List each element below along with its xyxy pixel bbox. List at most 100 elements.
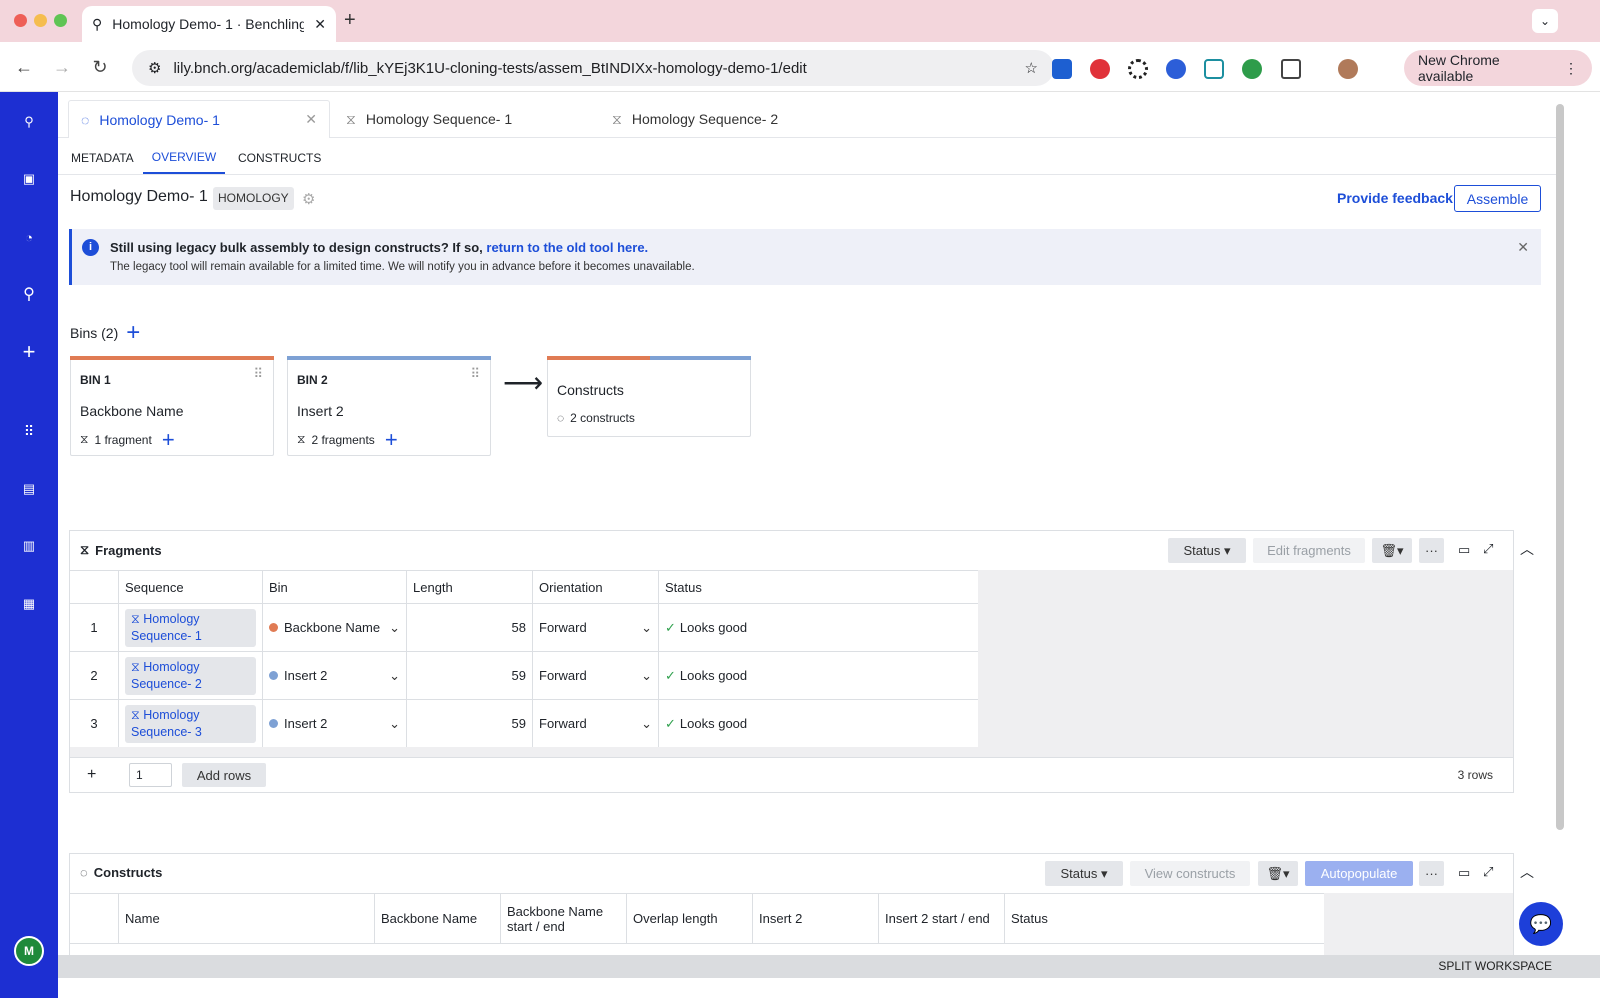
column-header[interactable]: Bin <box>262 570 407 604</box>
bin-card-1[interactable]: BIN 1 ⠿ Backbone Name ⧖ 1 fragment + <box>70 356 274 456</box>
apps-grid-icon[interactable]: ⠿ <box>17 419 41 443</box>
orientation-cell[interactable]: ⌄ Forward <box>532 699 659 748</box>
chat-support-button[interactable]: 💬 <box>1519 902 1563 946</box>
sequence-link[interactable]: ⧖ Homology Sequence- 2 <box>125 656 256 695</box>
site-info-icon[interactable]: ⚙ <box>148 59 161 77</box>
tab-constructs[interactable]: CONSTRUCTS <box>238 142 321 174</box>
add-rows-button[interactable]: Add rows <box>182 763 266 787</box>
page-scrollbar[interactable] <box>1556 104 1564 830</box>
return-old-tool-link[interactable]: return to the old tool here. <box>486 240 648 255</box>
drag-handle-icon[interactable]: ⠿ <box>470 367 480 380</box>
column-header[interactable]: Insert 2 start / end <box>878 893 1005 944</box>
assemble-button[interactable]: Assemble <box>1454 185 1541 212</box>
profile-avatar[interactable] <box>1338 59 1358 79</box>
bookmark-star-icon[interactable]: ☆ <box>1025 59 1038 77</box>
add-bin-button[interactable]: + <box>126 321 140 345</box>
orientation-cell[interactable]: ⌄ Forward <box>532 603 659 652</box>
column-header[interactable]: Orientation <box>532 570 659 604</box>
address-bar[interactable]: ⚙ lily.bnch.org/academiclab/f/lib_kYEj3K… <box>132 50 1054 86</box>
constructs-card[interactable]: Constructs ◌ 2 constructs <box>547 356 751 437</box>
forward-icon[interactable]: → <box>52 57 72 77</box>
tab-search-button[interactable]: ⌄ <box>1532 9 1558 33</box>
length-cell[interactable]: 58 <box>406 603 533 652</box>
browser-tab[interactable]: ⚲ Homology Demo- 1 · Benchling ✕ <box>82 6 336 42</box>
back-icon[interactable]: ← <box>14 57 34 77</box>
extension-2-icon[interactable] <box>1090 59 1110 79</box>
expand-icon[interactable]: ⤢ <box>1483 864 1493 880</box>
dock-panel-icon[interactable]: ▭ <box>1458 865 1470 881</box>
more-options-button[interactable]: ··· <box>1419 538 1444 563</box>
bin-cell[interactable]: ⌄ Insert 2 <box>262 651 407 700</box>
close-window-button[interactable] <box>14 14 27 27</box>
tab-overview[interactable]: OVERVIEW <box>143 142 225 174</box>
inventory-icon[interactable]: ▤ <box>17 477 41 501</box>
expand-icon[interactable]: ⤢ <box>1483 541 1493 557</box>
user-avatar[interactable]: M <box>14 936 44 966</box>
search-icon[interactable]: ⚲ <box>17 282 41 306</box>
column-header[interactable]: Backbone Name start / end <box>500 893 627 944</box>
column-header[interactable]: Overlap length <box>626 893 753 944</box>
length-cell[interactable]: 59 <box>406 699 533 748</box>
create-plus-icon[interactable]: + <box>17 339 41 364</box>
doc-tab-homology-demo[interactable]: ◌ Homology Demo- 1 ✕ <box>68 100 330 138</box>
maximize-window-button[interactable] <box>54 14 67 27</box>
settings-gear-icon[interactable]: ⚙ <box>302 190 315 208</box>
tab-metadata[interactable]: METADATA <box>71 142 134 174</box>
column-header[interactable]: Sequence <box>118 570 263 604</box>
close-banner-icon[interactable]: ✕ <box>1517 239 1529 256</box>
column-header[interactable]: Status <box>1004 893 1325 944</box>
provide-feedback-link[interactable]: Provide feedback <box>1337 190 1453 206</box>
doc-tab-homology-sequence-2[interactable]: ⧖ Homology Sequence- 2 <box>600 100 860 138</box>
doc-tab-homology-sequence-1[interactable]: ⧖ Homology Sequence- 1 <box>334 100 594 138</box>
bin-card-2[interactable]: BIN 2 ⠿ Insert 2 ⧖ 2 fragments + <box>287 356 491 456</box>
status-dropdown-button[interactable]: Status ▾ <box>1168 538 1246 563</box>
extensions-puzzle-icon[interactable] <box>1281 59 1301 79</box>
sequence-link[interactable]: ⧖ Homology Sequence- 3 <box>125 704 256 743</box>
drag-handle-icon[interactable]: ⠿ <box>253 367 263 380</box>
close-tab-icon[interactable]: ✕ <box>314 16 326 33</box>
delete-dropdown-button[interactable]: 🗑▾ <box>1258 861 1298 886</box>
benchling-logo-icon[interactable]: ⚲ <box>17 110 41 134</box>
sequence-link[interactable]: ⧖ Homology Sequence- 1 <box>125 608 256 647</box>
split-workspace-button[interactable]: SPLIT WORKSPACE <box>1438 959 1552 973</box>
length-cell[interactable]: 59 <box>406 651 533 700</box>
chevron-down-icon[interactable]: ⌄ <box>641 716 652 732</box>
collapse-chevron-icon[interactable]: ︿ <box>1520 539 1534 559</box>
add-fragment-button[interactable]: + <box>162 428 175 450</box>
edit-fragments-button[interactable]: Edit fragments <box>1253 538 1365 563</box>
delete-dropdown-button[interactable]: 🗑▾ <box>1372 538 1412 563</box>
column-header[interactable]: Name <box>118 893 375 944</box>
chevron-down-icon[interactable]: ⌄ <box>641 668 652 684</box>
chevron-down-icon[interactable]: ⌄ <box>641 620 652 636</box>
orientation-cell[interactable]: ⌄ Forward <box>532 651 659 700</box>
view-constructs-button[interactable]: View constructs <box>1130 861 1250 886</box>
add-row-plus-icon[interactable]: + <box>87 766 96 784</box>
chevron-down-icon[interactable]: ⌄ <box>389 620 400 636</box>
activity-icon[interactable]: ◔ <box>17 225 41 249</box>
chevron-down-icon[interactable]: ⌄ <box>389 668 400 684</box>
column-header[interactable]: Backbone Name <box>374 893 501 944</box>
column-header[interactable]: Length <box>406 570 533 604</box>
add-fragment-button[interactable]: + <box>385 428 398 450</box>
folder-sync-icon[interactable]: ▦ <box>17 592 41 616</box>
close-tab-icon[interactable]: ✕ <box>305 111 317 128</box>
extension-1-icon[interactable] <box>1052 59 1072 79</box>
menu-kebab-icon[interactable]: ⋮ <box>1564 60 1578 77</box>
collapse-chevron-icon[interactable]: ︿ <box>1520 862 1534 882</box>
autopopulate-button[interactable]: Autopopulate <box>1305 861 1413 886</box>
column-header[interactable]: Insert 2 <box>752 893 879 944</box>
reload-icon[interactable]: ↻ <box>90 57 110 77</box>
column-header[interactable]: Status <box>658 570 979 604</box>
more-options-button[interactable]: ··· <box>1419 861 1444 886</box>
status-dropdown-button[interactable]: Status ▾ <box>1045 861 1123 886</box>
bin-cell[interactable]: ⌄ Insert 2 <box>262 699 407 748</box>
zoom-extension-icon[interactable] <box>1166 59 1186 79</box>
dock-panel-icon[interactable]: ▭ <box>1458 542 1470 558</box>
add-rows-count-input[interactable]: 1 <box>129 763 172 787</box>
extension-5-icon[interactable] <box>1204 59 1224 79</box>
minimize-window-button[interactable] <box>34 14 47 27</box>
briefcase-icon[interactable]: ▣ <box>17 167 41 191</box>
extension-6-icon[interactable] <box>1242 59 1262 79</box>
extension-3-icon[interactable] <box>1128 59 1148 79</box>
new-chrome-button[interactable]: New Chrome available ⋮ <box>1404 50 1592 86</box>
